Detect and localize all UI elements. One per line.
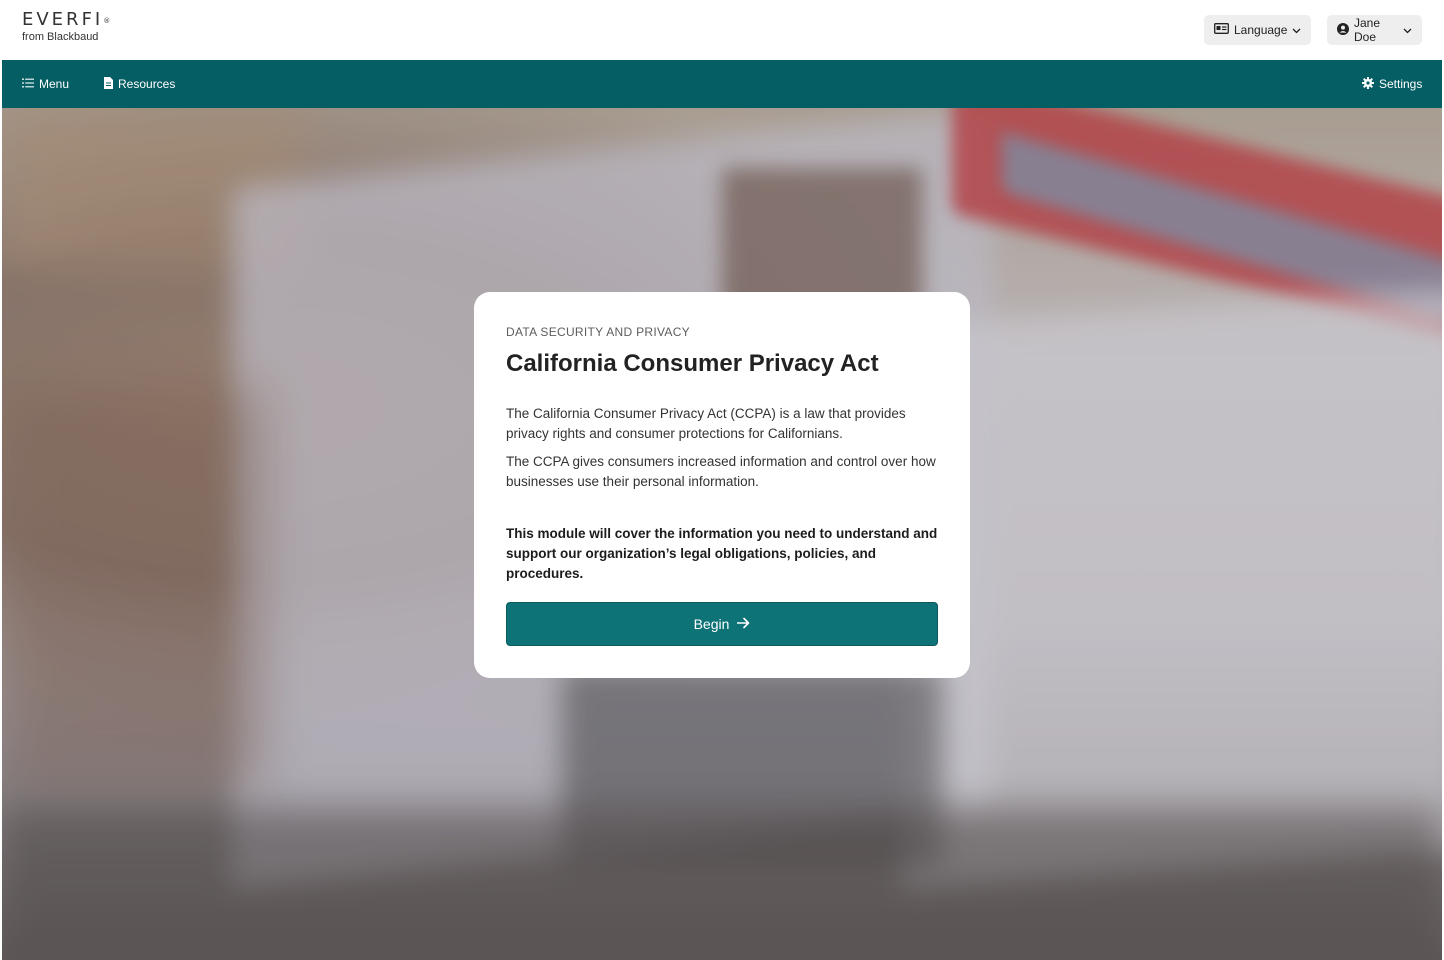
resources-label: Resources — [118, 77, 176, 91]
begin-label: Begin — [693, 616, 730, 632]
logo-subtitle: from Blackbaud — [22, 31, 99, 43]
chevron-down-icon — [1403, 23, 1412, 37]
module-summary: This module will cover the information y… — [506, 526, 938, 581]
gear-icon — [1362, 76, 1374, 92]
chevron-down-icon — [1292, 23, 1301, 37]
user-circle-icon — [1337, 22, 1349, 38]
module-intro-card: DATA SECURITY AND PRIVACY California Con… — [474, 292, 970, 678]
registered-mark: ® — [103, 17, 111, 25]
menu-label: Menu — [39, 77, 70, 91]
user-name-label: Jane Doe — [1354, 16, 1381, 44]
logo-wordmark: EVERFI — [22, 9, 104, 30]
everfi-logo[interactable]: EVERFI® from Blackbaud — [22, 9, 111, 44]
intro-paragraph: The CCPA gives consumers increased infor… — [506, 454, 936, 489]
course-category: DATA SECURITY AND PRIVACY — [506, 325, 690, 339]
settings-label: Settings — [1379, 77, 1423, 91]
document-icon — [104, 76, 113, 92]
menu-button[interactable]: Menu — [22, 60, 69, 108]
user-menu-dropdown[interactable]: Jane Doe — [1327, 15, 1422, 45]
language-dropdown[interactable]: Language — [1204, 15, 1311, 45]
module-title: California Consumer Privacy Act — [506, 350, 879, 377]
begin-button[interactable]: Begin — [506, 602, 938, 646]
resources-button[interactable]: Resources — [104, 60, 175, 108]
intro-paragraph: The California Consumer Privacy Act (CCP… — [506, 406, 906, 441]
arrow-right-icon — [737, 616, 750, 632]
settings-button[interactable]: Settings — [1362, 60, 1422, 108]
id-card-icon — [1214, 23, 1229, 37]
list-icon — [22, 77, 34, 91]
top-header: EVERFI® from Blackbaud Language Jane Doe — [0, 0, 1444, 60]
language-label: Language — [1234, 23, 1288, 37]
nav-bar: Menu Resources Settings — [2, 60, 1442, 108]
